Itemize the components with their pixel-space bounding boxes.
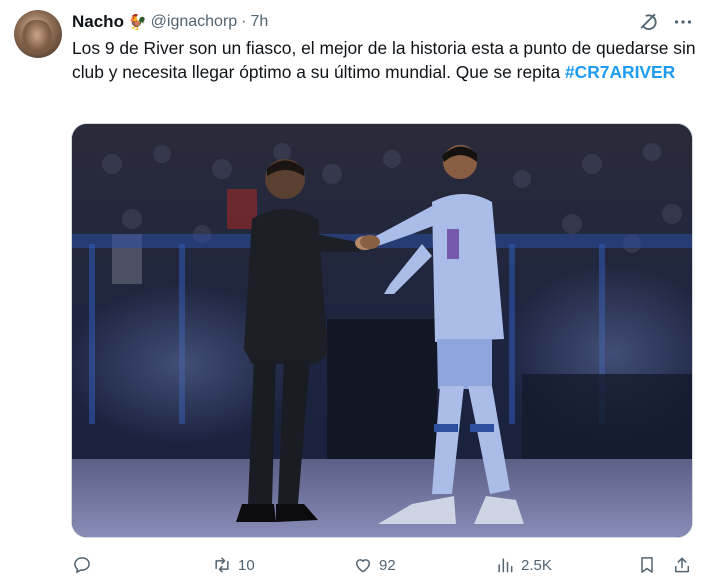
like-count: 92 (379, 556, 396, 574)
view-count: 2.5K (521, 556, 552, 574)
bookmark-button[interactable] (637, 553, 657, 577)
handle[interactable]: @ignachorp (151, 13, 238, 31)
photo-illustration (72, 124, 692, 537)
hashtag-link[interactable]: #CR7ARIVER (565, 62, 675, 82)
retweet-icon (215, 557, 229, 573)
avatar-face (22, 20, 52, 54)
tweet-actions: 10 92 2.5K (72, 553, 702, 577)
tweet-photo[interactable] (71, 123, 693, 538)
tweet-card[interactable]: Nacho 🐓 @ignachorp · 7h Los 9 de River s… (0, 0, 722, 585)
name-emoji: 🐓 (127, 14, 147, 31)
like-button[interactable]: 92 (353, 553, 396, 577)
tweet-header: Nacho 🐓 @ignachorp · 7h (72, 11, 268, 33)
timestamp[interactable]: 7h (251, 13, 269, 31)
more-icon[interactable] (672, 11, 694, 33)
display-name[interactable]: Nacho (72, 12, 124, 32)
heart-icon (356, 559, 370, 573)
grok-icon[interactable] (638, 11, 660, 33)
bookmark-icon (641, 557, 653, 573)
share-button[interactable] (672, 553, 692, 577)
retweet-count: 10 (238, 556, 255, 574)
views-button[interactable]: 2.5K (495, 553, 552, 577)
reply-button[interactable] (72, 553, 98, 577)
views-icon (498, 558, 513, 573)
share-icon (675, 557, 689, 573)
tweet-text: Los 9 de River son un fiasco, el mejor d… (72, 36, 702, 84)
avatar[interactable] (14, 10, 62, 58)
reply-icon (74, 557, 90, 574)
separator-dot: · (241, 13, 247, 30)
retweet-button[interactable]: 10 (212, 553, 255, 577)
